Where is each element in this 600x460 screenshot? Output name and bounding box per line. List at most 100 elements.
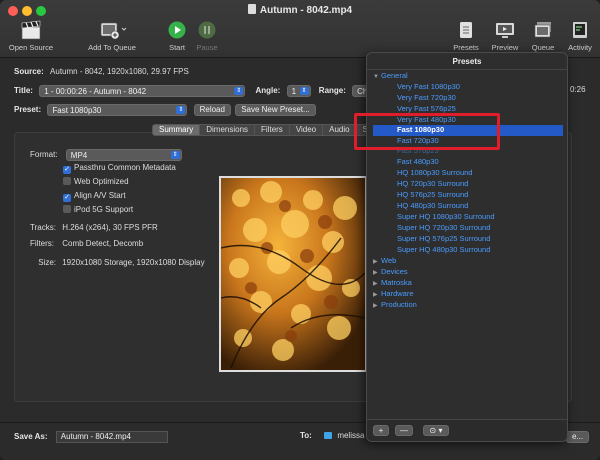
save-as-value: Autumn - 8042.mp4 (60, 432, 131, 441)
to-row: To: melissa (300, 431, 364, 440)
window-title-text: Autumn - 8042.mp4 (259, 5, 353, 16)
handbrake-window: Autumn - 8042.mp4 Open Source Add To Que… (0, 0, 600, 460)
titlebar: Autumn - 8042.mp4 Open Source Add To Que… (0, 0, 600, 58)
preset-item[interactable]: HQ 576p25 Surround (397, 190, 468, 199)
option-passthru[interactable]: ✓ Passthru Common Metadata (63, 163, 176, 174)
source-value: Autumn - 8042, 1920x1080, 29.97 FPS (50, 67, 189, 76)
preset-item[interactable]: Super HQ 720p30 Surround (397, 223, 490, 232)
category-label: Matroska (381, 278, 412, 287)
browse-button[interactable]: e... (566, 431, 590, 443)
preset-item[interactable]: HQ 1080p30 Surround (397, 168, 472, 177)
activity-icon (573, 22, 587, 38)
play-icon (168, 21, 186, 39)
tab-audio[interactable]: Audio (323, 125, 357, 135)
tab-summary[interactable]: Summary (153, 125, 201, 135)
preset-item[interactable]: HQ 720p30 Surround (397, 179, 468, 188)
tab-dimensions[interactable]: Dimensions (200, 125, 256, 135)
format-row: Format: MP4 ⇕ (30, 149, 182, 161)
category-hardware[interactable]: ▶ Hardware (373, 289, 414, 298)
disclosure-closed-icon: ▶ (373, 281, 378, 287)
checkbox-unchecked-icon[interactable] (63, 177, 71, 185)
title-popup-value: 1 - 00:00:26 - Autumn - 8042 (44, 87, 147, 96)
add-to-queue-button[interactable]: Add To Queue (84, 20, 140, 52)
category-devices[interactable]: ▶ Devices (373, 267, 408, 276)
category-web[interactable]: ▶ Web (373, 256, 396, 265)
filters-row: Filters: Comb Detect, Decomb (30, 239, 143, 248)
presets-drawer: Presets ▼ General Very Fast 1080p30 Very … (366, 52, 568, 442)
add-preset-button[interactable]: + (373, 425, 389, 436)
tab-video[interactable]: Video (290, 125, 324, 135)
folder-icon (324, 432, 333, 439)
open-source-button[interactable]: Open Source (6, 20, 56, 52)
queue-icon (534, 22, 551, 38)
divider (367, 69, 567, 70)
preset-item[interactable]: Super HQ 576p25 Surround (397, 234, 490, 243)
save-as-label: Save As: (14, 432, 48, 442)
queue-button[interactable]: Queue (528, 20, 558, 52)
preset-item[interactable]: Fast 480p30 (397, 157, 439, 166)
checkbox-checked-icon[interactable]: ✓ (63, 166, 71, 174)
title-label: Title: (14, 86, 33, 96)
category-label: Hardware (381, 289, 414, 298)
preset-popup[interactable]: Fast 1080p30 ⇕ (47, 104, 188, 116)
preset-item[interactable]: Very Fast 720p30 (397, 93, 456, 102)
option-align-av[interactable]: ✓ Align A/V Start (63, 191, 126, 202)
disclosure-closed-icon: ▶ (373, 270, 378, 276)
preset-item[interactable]: HQ 480p30 Surround (397, 201, 468, 210)
preview-button[interactable]: Preview (488, 20, 522, 52)
preset-item[interactable]: Super HQ 480p30 Surround (397, 245, 490, 254)
title-row: Title: 1 - 00:00:26 - Autumn - 8042 ⇕ An… (14, 85, 373, 97)
start-button[interactable]: Start (164, 20, 190, 52)
preview-label: Preview (491, 43, 519, 52)
checkbox-checked-icon[interactable]: ✓ (63, 194, 71, 202)
option-label: Web Optimized (74, 177, 129, 186)
preset-options-button[interactable]: ⊙ ▾ (423, 425, 449, 436)
clapperboard-icon (21, 20, 41, 40)
save-new-preset-button[interactable]: Save New Preset... (235, 104, 316, 116)
format-popup-value: MP4 (70, 151, 88, 160)
activity-button[interactable]: Activity (564, 20, 596, 52)
title-popup[interactable]: 1 - 00:00:26 - Autumn - 8042 ⇕ (39, 85, 246, 97)
presets-title: Presets (452, 57, 482, 66)
pause-label: Pause (196, 43, 218, 52)
size-row: Size: 1920x1080 Storage, 1920x1080 Displ… (30, 258, 205, 267)
disclosure-closed-icon: ▶ (373, 259, 378, 265)
duration-tail: 0:26 (570, 85, 586, 94)
tab-filters[interactable]: Filters (255, 125, 290, 135)
reload-button[interactable]: Reload (193, 104, 231, 116)
format-popup[interactable]: MP4 ⇕ (65, 149, 182, 161)
document-icon (247, 4, 256, 14)
preset-item[interactable]: Super HQ 1080p30 Surround (397, 212, 495, 221)
disclosure-closed-icon: ▶ (373, 303, 378, 309)
category-label: General (381, 71, 408, 80)
red-highlight-box (354, 113, 500, 150)
preset-label: Preset: (14, 105, 42, 115)
checkbox-unchecked-icon[interactable] (63, 205, 71, 213)
presets-button[interactable]: Presets (452, 20, 480, 52)
remove-preset-button[interactable]: — (395, 425, 413, 436)
option-web-optimized[interactable]: Web Optimized (63, 177, 129, 186)
format-label: Format: (30, 150, 58, 160)
filters-value: Comb Detect, Decomb (62, 239, 144, 248)
pause-button[interactable]: Pause (194, 20, 220, 52)
size-value: 1920x1080 Storage, 1920x1080 Display (62, 258, 205, 267)
tracks-value: H.264 (x264), 30 FPS PFR (62, 223, 158, 232)
autumn-tree-image (221, 178, 365, 370)
destination-value[interactable]: melissa (337, 431, 364, 440)
add-queue-icon (100, 22, 127, 40)
window-title: Autumn - 8042.mp4 (0, 4, 600, 16)
angle-popup[interactable]: 1 ⇕ (286, 85, 311, 97)
category-matroska[interactable]: ▶ Matroska (373, 278, 412, 287)
preview-icon (496, 23, 514, 38)
preset-item[interactable]: Very Fast 576p25 (397, 104, 456, 113)
queue-label: Queue (531, 43, 555, 52)
option-label: Align A/V Start (74, 191, 126, 200)
preset-item[interactable]: Very Fast 1080p30 (397, 82, 460, 91)
category-general[interactable]: ▼ General (373, 71, 408, 80)
option-ipod[interactable]: iPod 5G Support (63, 205, 133, 214)
preset-row: Preset: Fast 1080p30 ⇕ Reload Save New P… (14, 104, 316, 116)
category-production[interactable]: ▶ Production (373, 300, 417, 309)
to-label: To: (300, 431, 312, 440)
save-as-field[interactable]: Autumn - 8042.mp4 (55, 431, 168, 443)
chevron-updown-icon: ⇕ (299, 87, 309, 95)
